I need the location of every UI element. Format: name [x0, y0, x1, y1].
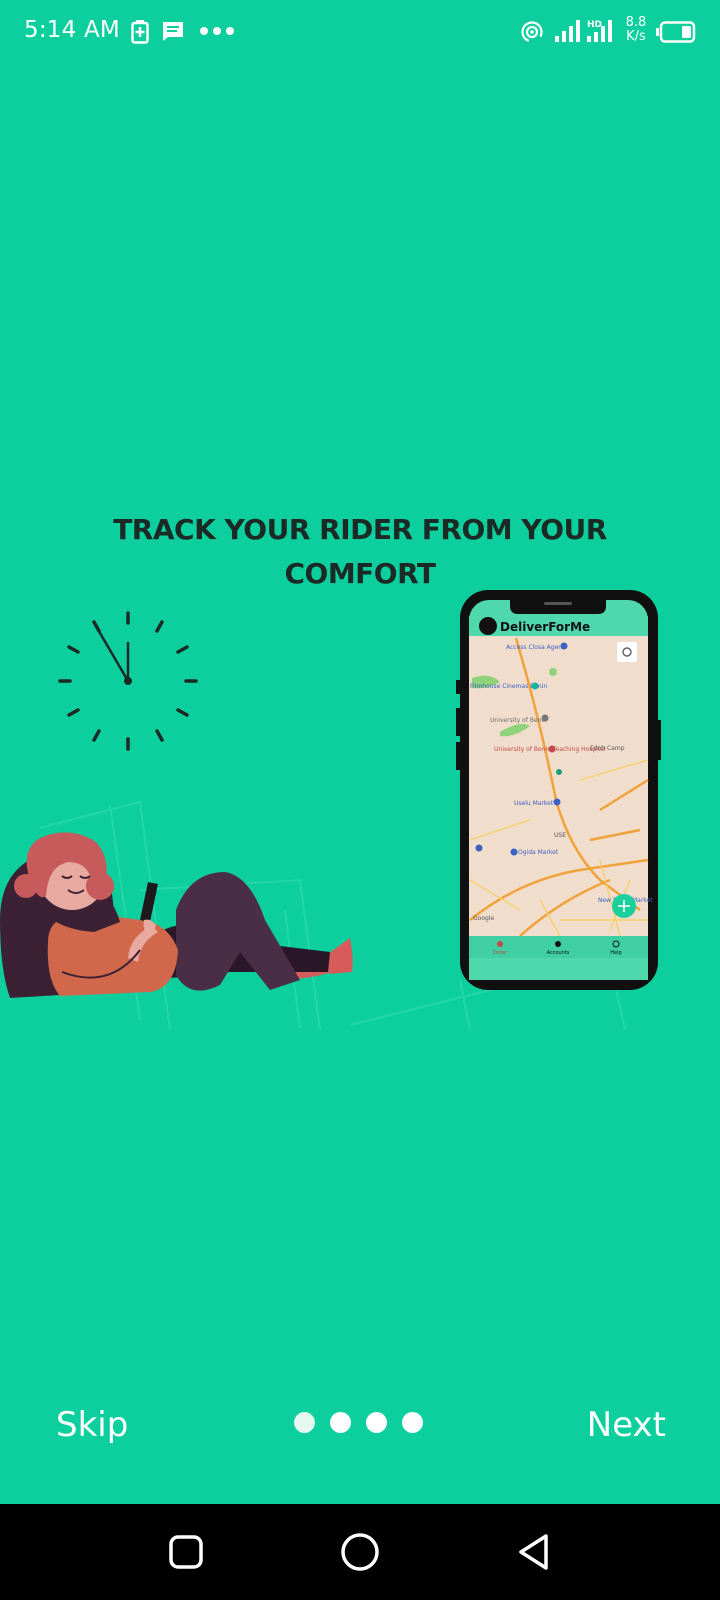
phone-tab-3: Help: [610, 950, 621, 956]
back-triangle-icon: [519, 1534, 548, 1570]
map-label-6: Uselu Market: [514, 800, 554, 807]
system-nav-bar: [0, 1504, 720, 1600]
map-label-8: Ogida Market: [518, 849, 559, 856]
page-dot-4[interactable]: [402, 1412, 423, 1433]
battery-saver-icon: [131, 20, 149, 44]
next-button[interactable]: Next: [587, 1380, 666, 1470]
headline-line-1: TRACK YOUR RIDER FROM YOUR: [113, 513, 607, 546]
onboarding-illustration: DeliverForMe Access Closa Agent Filmhous…: [0, 590, 661, 1031]
map-pin-icon: [548, 745, 556, 753]
page-dot-1[interactable]: [294, 1412, 315, 1433]
rider-location-icon: [556, 769, 562, 775]
network-speed-value: 8.8: [625, 15, 647, 30]
page-dot-2[interactable]: [330, 1412, 351, 1433]
map-label-3: University of Benin: [490, 717, 547, 724]
phone-mockup-illustration: DeliverForMe Access Closa Agent Filmhous…: [456, 590, 661, 990]
home-button[interactable]: [332, 1524, 388, 1580]
map-label-7: USE: [554, 832, 566, 839]
network-speed-unit: K/s: [626, 29, 646, 44]
hotspot-icon: [521, 21, 543, 43]
status-time: 5:14 AM: [24, 17, 120, 43]
phone-tab-2: Accounts: [547, 950, 570, 956]
map-credit: Google: [473, 915, 494, 922]
map-pin-icon: [560, 642, 568, 650]
more-dots-icon: [200, 27, 234, 35]
back-button[interactable]: [506, 1524, 562, 1580]
woman-with-phone-illustration: [0, 832, 353, 998]
map-label-1: Access Closa Agent: [506, 644, 565, 651]
recents-button[interactable]: [158, 1524, 214, 1580]
clock-icon: [58, 611, 198, 751]
onboarding-controls: Skip Next: [0, 1380, 720, 1470]
svg-text:HD: HD: [587, 20, 602, 30]
map-pin-icon: [553, 798, 561, 806]
phone-app-name: DeliverForMe: [500, 620, 590, 634]
signal-hd-icon: HD: [587, 20, 612, 42]
network-speed: 8.8 K/s: [622, 16, 650, 44]
map-pin-icon: [475, 844, 483, 852]
signal-icon: [555, 20, 580, 42]
phone-tab-1: Order: [493, 950, 508, 956]
message-icon: [163, 22, 183, 41]
recents-square-icon: [169, 1535, 203, 1569]
map-label-5: Edoh Camp: [590, 745, 625, 752]
page-dot-3[interactable]: [366, 1412, 387, 1433]
home-circle-icon: [341, 1533, 379, 1571]
status-bar: 5:14 AM HD 8.8 K/s: [0, 0, 720, 64]
map-pin-icon: [510, 848, 518, 856]
battery-icon: [656, 21, 696, 43]
map-pin-icon: [541, 714, 549, 722]
map-pin-icon: [531, 682, 539, 690]
skip-button[interactable]: Skip: [56, 1380, 128, 1470]
